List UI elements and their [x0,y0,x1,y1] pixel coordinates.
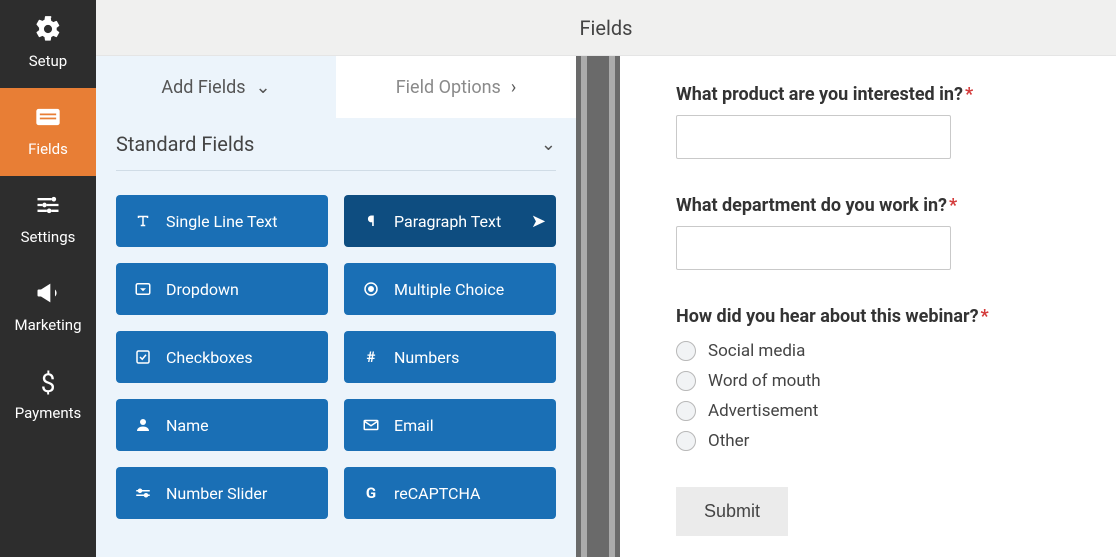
sliders-icon [34,194,62,222]
gear-icon [34,18,62,46]
radio-group: Social media Word of mouth Advertisement… [676,341,1066,451]
field-label: Number Slider [166,484,267,503]
field-name[interactable]: Name [116,399,328,451]
field-label: Dropdown [166,280,239,299]
sidebar-item-label: Payments [15,404,82,422]
chevron-down-icon: ⌄ [256,77,271,98]
section-title: Standard Fields [116,132,254,156]
form-icon [34,106,62,134]
submit-button[interactable]: Submit [676,487,788,536]
hash-icon: # [362,348,380,366]
section-standard-fields[interactable]: Standard Fields ⌄ [116,118,556,171]
field-dropdown[interactable]: Dropdown [116,263,328,315]
question-hear-about: How did you hear about this webinar?* So… [676,306,1066,451]
field-label: reCAPTCHA [394,484,480,503]
main: Fields Add Fields ⌄ Field Options › Stan… [96,0,1116,557]
sidebar-item-label: Settings [21,228,76,246]
chevron-right-icon: › [511,77,516,98]
field-label: Name [166,416,209,435]
field-label: Multiple Choice [394,280,504,299]
dropdown-icon [134,280,152,298]
field-numbers[interactable]: # Numbers [344,331,556,383]
field-email[interactable]: Email [344,399,556,451]
tab-label: Field Options [396,77,501,98]
radio-label: Social media [708,341,805,361]
field-paragraph-text[interactable]: ¶ Paragraph Text ➤ [344,195,556,247]
department-input[interactable] [676,226,951,270]
question-label: How did you hear about this webinar?* [676,306,1066,327]
radio-option[interactable]: Social media [676,341,1066,361]
product-input[interactable] [676,115,951,159]
field-label: Numbers [394,348,459,367]
radio-label: Other [708,431,749,451]
field-checkboxes[interactable]: Checkboxes [116,331,328,383]
fields-grid: Single Line Text ¶ Paragraph Text ➤ Drop… [96,171,576,543]
field-multiple-choice[interactable]: Multiple Choice [344,263,556,315]
sidebar-item-label: Setup [29,52,67,70]
field-label: Paragraph Text [394,212,501,231]
radio-label: Advertisement [708,401,818,421]
dollar-icon: $ [34,370,62,398]
question-label: What product are you interested in?* [676,84,1066,105]
text-type-icon [134,212,152,230]
sidebar-item-payments[interactable]: $ Payments [0,352,96,440]
radio-icon [362,280,380,298]
radio-option[interactable]: Other [676,431,1066,451]
field-single-line-text[interactable]: Single Line Text [116,195,328,247]
paragraph-icon: ¶ [362,212,380,230]
sidebar-item-label: Marketing [14,316,81,334]
slider-icon [134,484,152,502]
form-preview: What product are you interested in?* Wha… [620,56,1116,557]
page-title: Fields [580,16,633,40]
workarea: Add Fields ⌄ Field Options › Standard Fi… [96,56,1116,557]
cursor-icon: ➤ [531,211,546,232]
google-icon: G [362,484,380,502]
tab-label: Add Fields [161,77,245,98]
topbar: Fields [96,0,1116,56]
radio-option[interactable]: Word of mouth [676,371,1066,391]
tab-field-options[interactable]: Field Options › [336,56,576,118]
radio-option[interactable]: Advertisement [676,401,1066,421]
sidebar-item-label: Fields [28,140,68,158]
sidebar-item-settings[interactable]: Settings [0,176,96,264]
tab-add-fields[interactable]: Add Fields ⌄ [96,56,336,118]
chevron-down-icon: ⌄ [541,134,556,155]
radio-label: Word of mouth [708,371,821,391]
sidebar-item-fields[interactable]: Fields [0,88,96,176]
field-number-slider[interactable]: Number Slider [116,467,328,519]
field-label: Email [394,416,434,435]
radio-icon [676,431,696,451]
radio-icon [676,401,696,421]
person-icon [134,416,152,434]
megaphone-icon [34,282,62,310]
sidebar-item-setup[interactable]: Setup [0,0,96,88]
radio-icon [676,341,696,361]
question-label: What department do you work in?* [676,195,1066,216]
sidebar-item-marketing[interactable]: Marketing [0,264,96,352]
checkbox-icon [134,348,152,366]
fields-panel: Add Fields ⌄ Field Options › Standard Fi… [96,56,576,557]
sidebar: Setup Fields Settings Marketing $ Paymen… [0,0,96,557]
field-label: Checkboxes [166,348,253,367]
radio-icon [676,371,696,391]
field-label: Single Line Text [166,212,277,231]
panel-tabs: Add Fields ⌄ Field Options › [96,56,576,118]
panel-divider [576,56,620,557]
envelope-icon [362,416,380,434]
question-department: What department do you work in?* [676,195,1066,270]
question-product: What product are you interested in?* [676,84,1066,159]
field-recaptcha[interactable]: G reCAPTCHA [344,467,556,519]
